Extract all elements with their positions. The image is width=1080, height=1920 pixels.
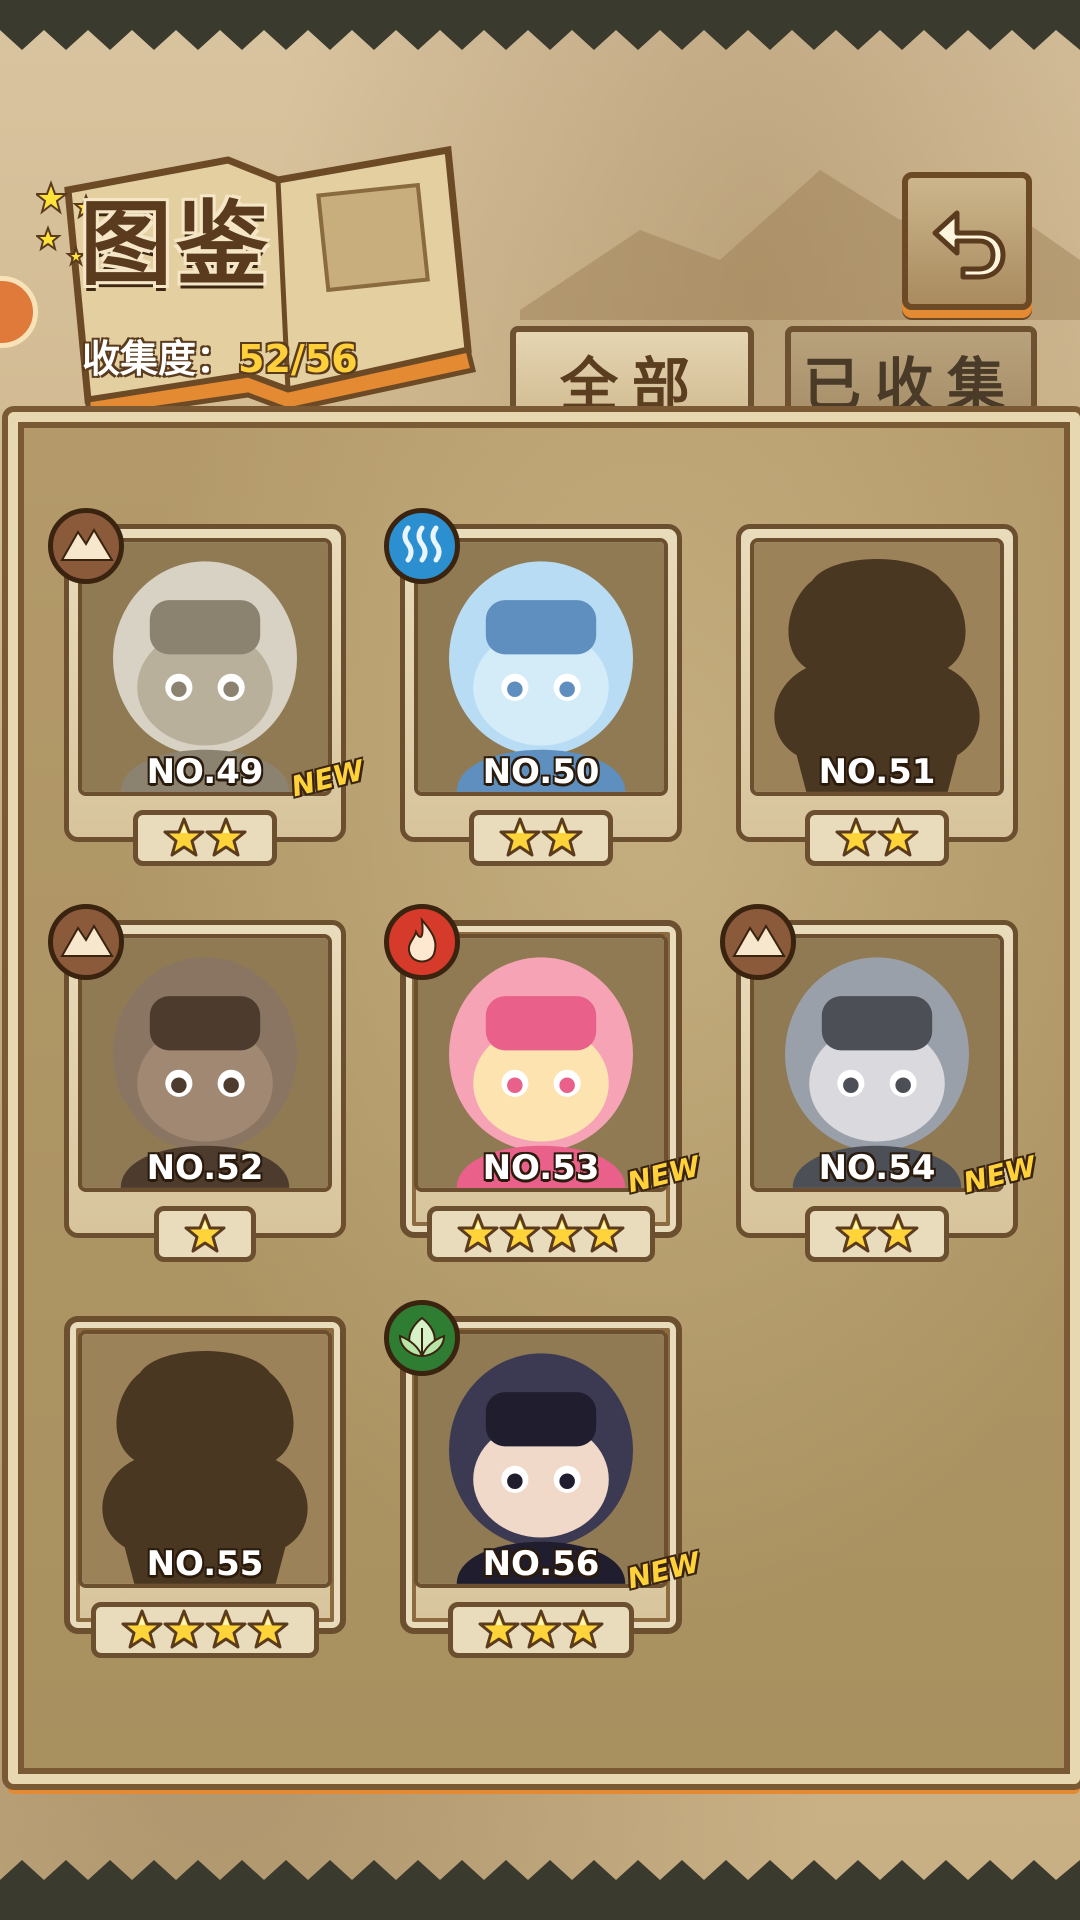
back-button[interactable] <box>902 172 1032 310</box>
star-icon <box>835 1213 877 1253</box>
star-rating <box>427 1206 655 1262</box>
collection-label: 收集度： <box>82 337 235 381</box>
star-rating <box>133 810 277 866</box>
star-icon <box>541 817 583 857</box>
star-icon <box>205 1609 247 1649</box>
monster-card[interactable]: NO.50 <box>384 508 682 866</box>
monster-card[interactable]: NO.51 <box>736 524 1018 866</box>
top-border <box>0 0 1080 50</box>
collection-value: 52/56 <box>238 337 358 381</box>
monster-card[interactable]: NO.52 <box>48 904 346 1262</box>
mountain-icon <box>48 904 124 980</box>
monster-card[interactable]: NO.49 NEW <box>48 508 367 866</box>
bottom-border <box>0 1860 1080 1920</box>
star-icon <box>163 817 205 857</box>
star-icon <box>205 817 247 857</box>
star-rating <box>154 1206 256 1262</box>
page-title: 图鉴 <box>80 190 273 298</box>
water-waves-icon <box>384 508 460 584</box>
star-rating <box>805 1206 949 1262</box>
star-rating <box>91 1602 319 1658</box>
star-icon <box>520 1609 562 1649</box>
card-number: NO.55 <box>146 1544 264 1584</box>
card-number: NO.52 <box>146 1148 264 1188</box>
star-icon <box>163 1609 205 1649</box>
star-icon <box>562 1609 604 1649</box>
star-icon <box>457 1213 499 1253</box>
mountain-icon <box>720 904 796 980</box>
star-rating <box>805 810 949 866</box>
star-icon <box>499 817 541 857</box>
star-icon <box>184 1213 226 1253</box>
star-icon <box>499 1213 541 1253</box>
monster-card[interactable]: NO.53 NEW <box>384 904 703 1262</box>
star-icon <box>835 817 877 857</box>
card-number: NO.50 <box>482 752 600 792</box>
star-rating <box>469 810 613 866</box>
star-rating <box>448 1602 634 1658</box>
star-icon <box>247 1609 289 1649</box>
flame-icon <box>384 904 460 980</box>
monster-card[interactable]: NO.54 NEW <box>720 904 1039 1262</box>
star-icon <box>583 1213 625 1253</box>
card-number: NO.51 <box>818 752 936 792</box>
star-icon <box>877 1213 919 1253</box>
monster-card[interactable]: NO.55 <box>64 1316 346 1658</box>
monster-card[interactable]: NO.56 NEW <box>384 1300 703 1658</box>
mountain-icon <box>48 508 124 584</box>
collection-progress: 收集度： 52/56 <box>82 328 358 383</box>
star-icon <box>478 1609 520 1649</box>
star-icon <box>541 1213 583 1253</box>
leaf-icon <box>384 1300 460 1376</box>
return-arrow-icon <box>932 210 1006 280</box>
star-icon <box>877 817 919 857</box>
star-icon <box>121 1609 163 1649</box>
